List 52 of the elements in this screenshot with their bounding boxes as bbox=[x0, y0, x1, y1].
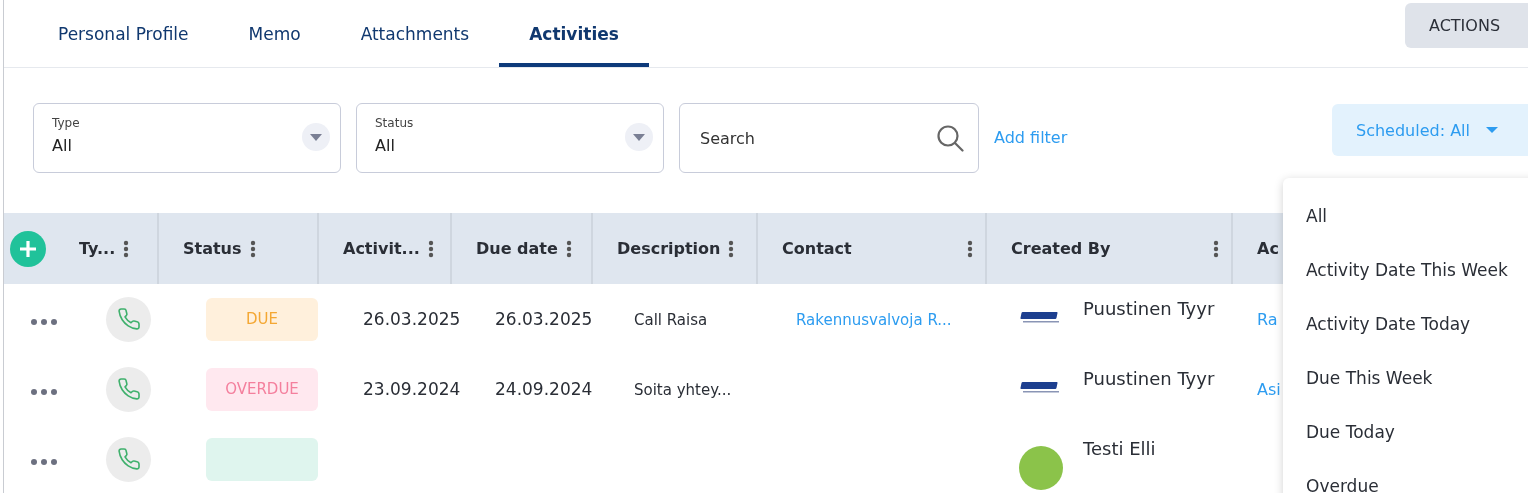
more-icon[interactable] bbox=[123, 239, 130, 258]
menu-item[interactable]: Overdue bbox=[1283, 459, 1528, 493]
table-cell-text: Soita yhtey... bbox=[633, 380, 732, 399]
more-icon[interactable] bbox=[31, 388, 57, 395]
more-icon[interactable] bbox=[31, 458, 57, 465]
caret-icon[interactable] bbox=[302, 123, 330, 151]
more-icon[interactable] bbox=[565, 239, 572, 258]
tab[interactable]: Attachments bbox=[330, 0, 500, 67]
status-badge: DUE bbox=[206, 297, 318, 341]
select-field[interactable]: Type All bbox=[33, 103, 341, 173]
field-value: All bbox=[375, 136, 396, 155]
field-value: All bbox=[52, 136, 73, 155]
column-header[interactable]: Status bbox=[183, 239, 242, 258]
caret-icon bbox=[1486, 126, 1498, 134]
column-header[interactable]: Ty... bbox=[79, 239, 116, 258]
column-header[interactable]: Description bbox=[617, 239, 721, 258]
column-header[interactable]: Activit... bbox=[343, 239, 420, 258]
more-icon[interactable] bbox=[427, 239, 434, 258]
column-header[interactable]: Contact bbox=[782, 239, 852, 258]
phone-icon bbox=[116, 307, 141, 331]
search-field[interactable]: Search bbox=[679, 103, 979, 173]
tab[interactable]: Activities bbox=[499, 0, 649, 67]
more-icon[interactable] bbox=[1213, 239, 1219, 258]
status-badge: OVERDUE bbox=[206, 367, 318, 411]
menu-item[interactable]: All bbox=[1283, 189, 1528, 243]
table-cell-text: Call Raisa bbox=[633, 310, 708, 329]
table-cell-text: 26.03.2025 bbox=[362, 309, 461, 329]
tab[interactable]: Memo bbox=[218, 0, 331, 67]
menu-item[interactable]: Activity Date Today bbox=[1283, 297, 1528, 351]
menu-item[interactable]: Activity Date This Week bbox=[1283, 243, 1528, 297]
caret-icon[interactable] bbox=[625, 123, 653, 151]
more-icon[interactable] bbox=[31, 318, 57, 325]
phone-icon bbox=[116, 377, 141, 401]
menu-item[interactable]: Due Today bbox=[1283, 405, 1528, 459]
phone-icon bbox=[116, 447, 141, 471]
table-cell: Testi Elli bbox=[1083, 438, 1156, 459]
actions-button[interactable]: ACTIONS bbox=[1405, 3, 1528, 48]
field-label: Status bbox=[375, 116, 415, 130]
table-cell: Puustinen Tyyr bbox=[1083, 368, 1215, 389]
more-icon[interactable] bbox=[967, 239, 973, 258]
search-icon[interactable] bbox=[936, 124, 964, 152]
select-field[interactable]: Status All bbox=[356, 103, 664, 173]
tab[interactable]: Personal Profile bbox=[28, 0, 219, 67]
more-icon[interactable] bbox=[249, 239, 256, 258]
table-cell: Puustinen Tyyr bbox=[1083, 298, 1215, 319]
menu-item[interactable]: Due This Week bbox=[1283, 351, 1528, 405]
more-icon[interactable] bbox=[728, 239, 735, 258]
column-header[interactable]: Created By bbox=[1011, 239, 1111, 258]
column-header[interactable]: Due date bbox=[476, 239, 558, 258]
table-cell-text: 23.09.2024 bbox=[362, 379, 461, 399]
field-label: Type bbox=[52, 116, 81, 130]
column-header[interactable]: Ac bbox=[1257, 239, 1279, 258]
